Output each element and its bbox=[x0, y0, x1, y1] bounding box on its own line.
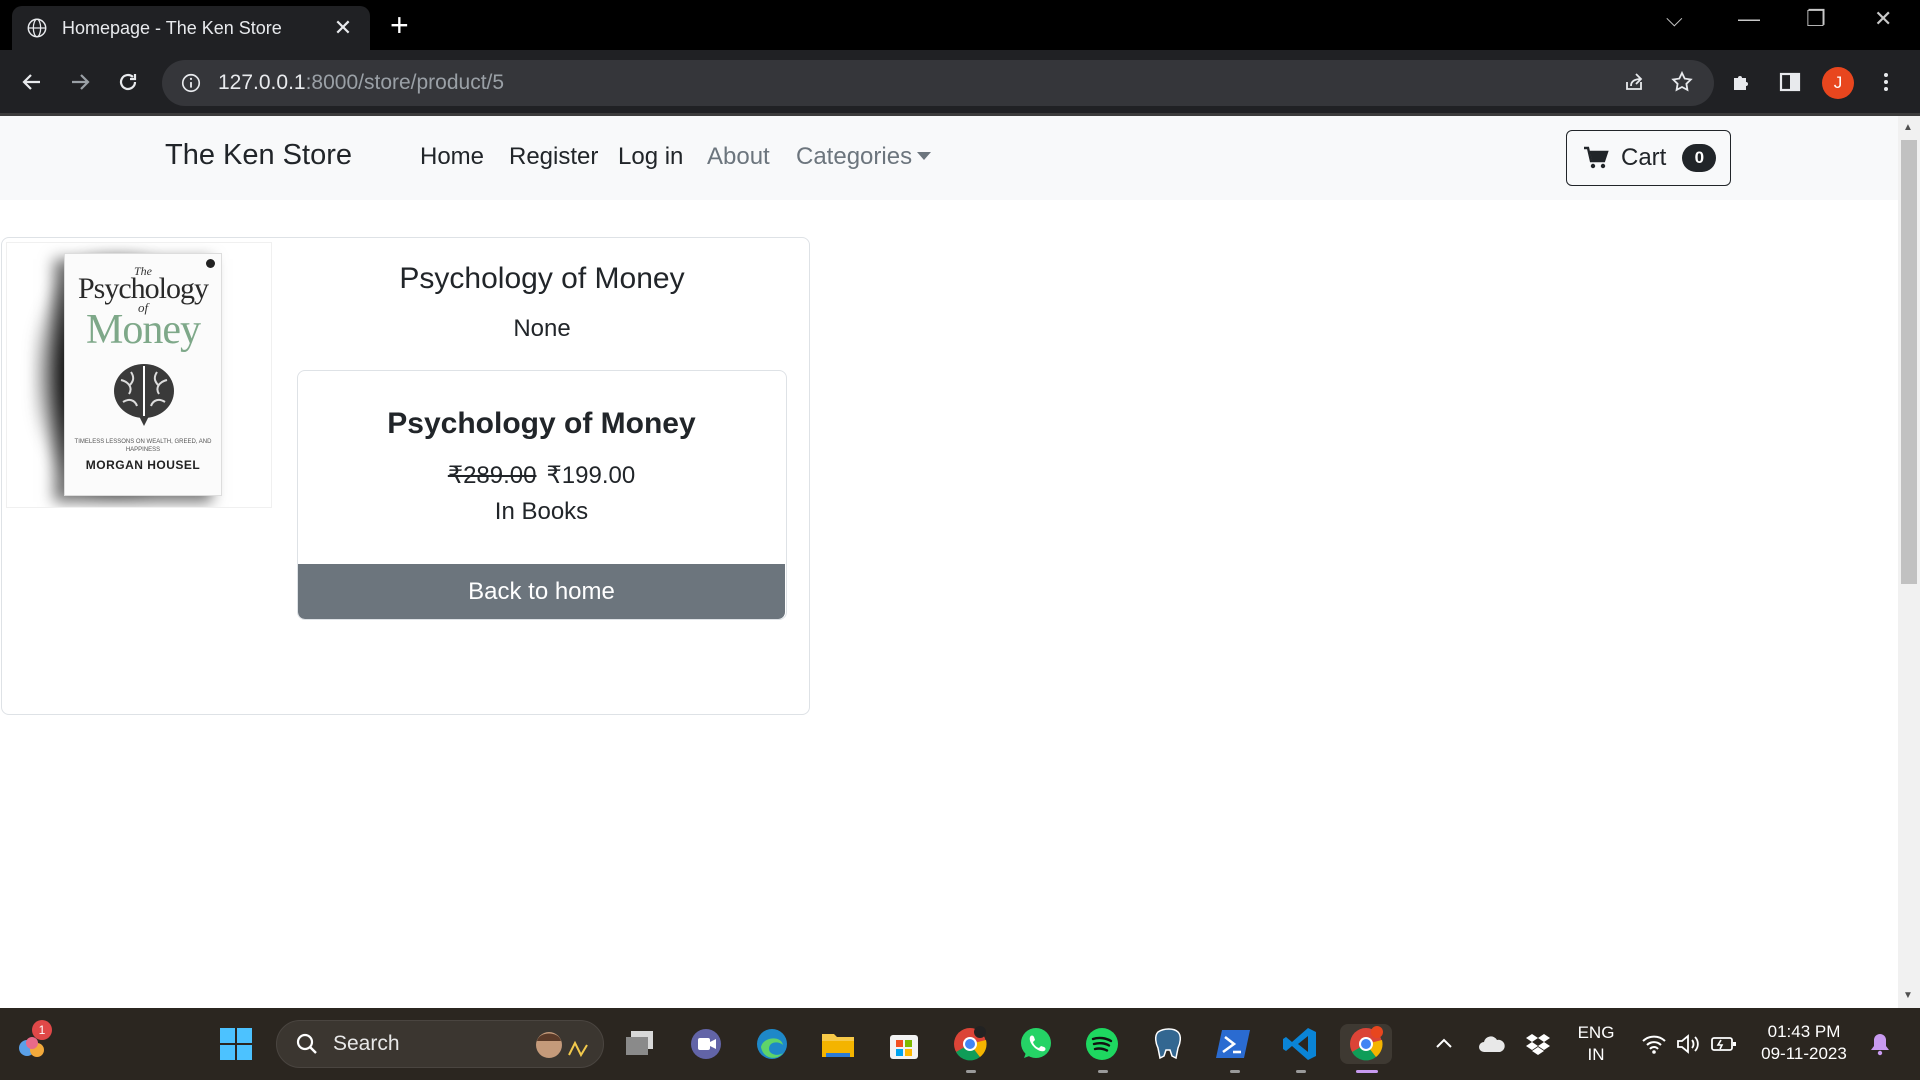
file-explorer-icon[interactable] bbox=[818, 1024, 858, 1064]
product-description: None bbox=[513, 315, 571, 342]
site-navbar: The Ken Store Home Register Log in About… bbox=[0, 116, 1898, 200]
price-card-title: Psychology of Money bbox=[387, 407, 696, 440]
browser-tab-strip: Homepage - The Ken Store ✕ + ⌵ — ❐ ✕ bbox=[0, 0, 1920, 50]
url-host: 127.0.0.1 bbox=[218, 71, 306, 94]
vscode-icon[interactable] bbox=[1280, 1024, 1320, 1064]
product-image: The Psychology of Money TIMELESS LESSONS… bbox=[6, 242, 272, 508]
widgets-badge: 1 bbox=[32, 1020, 52, 1040]
brain-illustration-icon bbox=[114, 364, 174, 426]
tab-title: Homepage - The Ken Store bbox=[62, 17, 282, 38]
taskbar-search[interactable]: Search bbox=[276, 1020, 604, 1068]
cart-icon bbox=[1584, 146, 1609, 169]
product-category: In Books bbox=[494, 498, 589, 525]
scroll-down-icon[interactable]: ▼ bbox=[1903, 990, 1913, 1001]
bookmark-star-icon[interactable] bbox=[1666, 66, 1698, 98]
price-row: ₹289.00 ₹199.00 bbox=[298, 461, 785, 490]
chrome-profile-icon[interactable] bbox=[950, 1024, 990, 1064]
clock-date: 09-11-2023 bbox=[1761, 1044, 1847, 1063]
original-price: ₹289.00 bbox=[447, 462, 537, 489]
nav-about[interactable]: About bbox=[707, 143, 770, 171]
price-card: Psychology of Money ₹289.00 ₹199.00 In Bo… bbox=[297, 370, 787, 620]
notification-bell-icon[interactable] bbox=[1860, 1024, 1900, 1064]
browser-toolbar: 127.0.0.1:8000/store/product/5 bbox=[0, 50, 1920, 116]
back-to-home-button[interactable]: Back to home bbox=[298, 564, 785, 619]
nav-categories-dropdown[interactable]: Categories bbox=[796, 143, 932, 171]
cover-author: MORGAN HOUSEL bbox=[85, 458, 201, 472]
browser-menu-icon[interactable] bbox=[1870, 66, 1902, 98]
region-code: IN bbox=[1587, 1045, 1605, 1064]
running-indicator bbox=[1230, 1070, 1240, 1073]
clock-time: 01:43 PM bbox=[1767, 1022, 1841, 1041]
page-scrollbar[interactable]: ▲ ▼ bbox=[1898, 116, 1920, 1008]
site-info-icon[interactable] bbox=[180, 72, 202, 94]
window-close-icon[interactable]: ✕ bbox=[1874, 6, 1892, 32]
product-card: The Psychology of Money TIMELESS LESSONS… bbox=[1, 237, 810, 715]
profile-avatar[interactable]: J bbox=[1822, 67, 1854, 99]
forward-arrow-icon[interactable] bbox=[64, 66, 96, 98]
scrollbar-thumb[interactable] bbox=[1901, 140, 1917, 584]
chrome-active-icon[interactable] bbox=[1340, 1024, 1392, 1064]
page-viewport: The Ken Store Home Register Log in About… bbox=[0, 116, 1898, 1008]
restore-icon[interactable]: ❐ bbox=[1806, 6, 1826, 32]
whatsapp-icon[interactable] bbox=[1016, 1024, 1056, 1064]
address-bar[interactable]: 127.0.0.1:8000/store/product/5 bbox=[162, 60, 1714, 106]
share-icon[interactable] bbox=[1618, 66, 1650, 98]
browser-tab[interactable]: Homepage - The Ken Store ✕ bbox=[12, 6, 370, 50]
search-icon bbox=[296, 1033, 317, 1054]
cart-count-badge: 0 bbox=[1682, 144, 1717, 172]
active-app-indicator bbox=[1356, 1070, 1378, 1073]
search-label: Search bbox=[333, 1032, 400, 1055]
search-highlight-illustration-icon bbox=[536, 1032, 588, 1058]
task-view-icon[interactable] bbox=[620, 1024, 660, 1064]
nav-register[interactable]: Register bbox=[509, 143, 598, 171]
caret-down-icon bbox=[917, 152, 932, 160]
cart-button[interactable]: Cart 0 bbox=[1566, 130, 1731, 186]
globe-icon bbox=[27, 18, 47, 38]
microsoft-store-icon[interactable] bbox=[884, 1024, 924, 1064]
language-code: ENG bbox=[1577, 1023, 1615, 1042]
cover-money: Money bbox=[86, 307, 201, 353]
book-cover: The Psychology of Money TIMELESS LESSONS… bbox=[64, 253, 222, 496]
side-panel-icon[interactable] bbox=[1774, 66, 1806, 98]
system-clock[interactable]: 01:43 PM 09-11-2023 bbox=[1752, 1021, 1856, 1065]
cart-label: Cart bbox=[1621, 144, 1667, 171]
running-indicator bbox=[966, 1070, 976, 1073]
running-indicator bbox=[1098, 1070, 1108, 1073]
running-indicator bbox=[1296, 1070, 1306, 1073]
powershell-icon[interactable] bbox=[1214, 1024, 1254, 1064]
url-path: :8000/store/product/5 bbox=[305, 71, 505, 94]
tab-search-icon[interactable]: ⌵ bbox=[1666, 6, 1683, 32]
onedrive-cloud-icon[interactable] bbox=[1472, 1024, 1512, 1064]
tray-overflow-chevron-icon[interactable] bbox=[1424, 1024, 1464, 1064]
os-taskbar: 1 Search ENG IN 01:43 PM 09-11-2023 bbox=[0, 1008, 1920, 1080]
scroll-up-icon[interactable]: ▲ bbox=[1903, 122, 1913, 133]
close-tab-icon[interactable]: ✕ bbox=[330, 15, 356, 41]
cover-subtitle: TIMELESS LESSONS ON WEALTH, GREED, AND H… bbox=[74, 439, 212, 453]
nav-home[interactable]: Home bbox=[420, 143, 484, 171]
nav-login[interactable]: Log in bbox=[618, 143, 683, 171]
windows-start-icon[interactable] bbox=[216, 1024, 256, 1064]
product-title: Psychology of Money bbox=[399, 262, 685, 295]
reload-icon[interactable] bbox=[112, 66, 144, 98]
postgresql-icon[interactable] bbox=[1148, 1024, 1188, 1064]
new-tab-icon[interactable]: + bbox=[390, 8, 409, 42]
teams-chat-icon[interactable] bbox=[686, 1024, 726, 1064]
back-arrow-icon[interactable] bbox=[16, 66, 48, 98]
nav-categories-label: Categories bbox=[796, 143, 913, 170]
minimize-icon[interactable]: — bbox=[1738, 6, 1760, 32]
extensions-puzzle-icon[interactable] bbox=[1726, 66, 1758, 98]
spotify-icon[interactable] bbox=[1082, 1024, 1122, 1064]
sale-price: ₹199.00 bbox=[546, 462, 636, 489]
dropbox-icon[interactable] bbox=[1518, 1024, 1558, 1064]
brand-link[interactable]: The Ken Store bbox=[165, 139, 352, 172]
volume-icon[interactable] bbox=[1668, 1024, 1708, 1064]
language-indicator[interactable]: ENG IN bbox=[1570, 1022, 1622, 1066]
edge-icon[interactable] bbox=[752, 1024, 792, 1064]
battery-charging-icon[interactable] bbox=[1704, 1024, 1744, 1064]
